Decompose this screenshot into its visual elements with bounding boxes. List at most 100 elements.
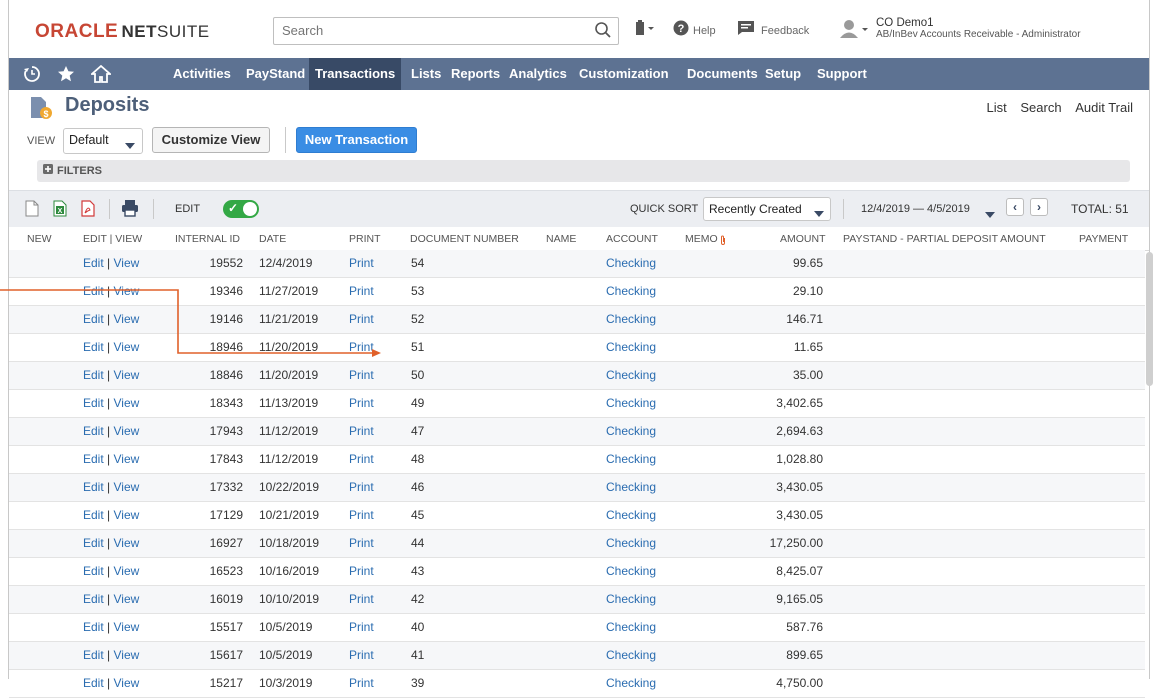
nav-setup[interactable]: Setup: [759, 58, 807, 90]
search-link[interactable]: Search: [1020, 100, 1061, 115]
next-page-button[interactable]: ›: [1030, 198, 1048, 216]
list-link[interactable]: List: [987, 100, 1007, 115]
table-row[interactable]: Edit | View 17943 11/12/2019 Print 47 Checkin…: [9, 418, 1145, 446]
date-range-select[interactable]: 12/4/2019 — 4/5/2019: [861, 203, 970, 215]
print-link[interactable]: Print: [349, 452, 374, 466]
prev-page-button[interactable]: ‹: [1006, 198, 1024, 216]
account-link[interactable]: Checking: [606, 256, 656, 270]
nav-customization[interactable]: Customization: [573, 58, 675, 90]
view-link[interactable]: View: [113, 452, 139, 466]
account-link[interactable]: Checking: [606, 312, 656, 326]
print-link[interactable]: Print: [349, 480, 374, 494]
account-link[interactable]: Checking: [606, 620, 656, 634]
nav-reports[interactable]: Reports: [445, 58, 506, 90]
account-link[interactable]: Checking: [606, 368, 656, 382]
table-row[interactable]: Edit | View 16523 10/16/2019 Print 43 Checkin…: [9, 558, 1145, 586]
view-link[interactable]: View: [113, 676, 139, 690]
print-link[interactable]: Print: [349, 620, 374, 634]
print-link[interactable]: Print: [349, 676, 374, 690]
view-link[interactable]: View: [113, 508, 139, 522]
print-link[interactable]: Print: [349, 396, 374, 410]
table-row[interactable]: Edit | View 16019 10/10/2019 Print 42 Checkin…: [9, 586, 1145, 614]
col-account[interactable]: ACCOUNT: [606, 233, 658, 245]
account-link[interactable]: Checking: [606, 284, 656, 298]
chevron-down-icon: [814, 206, 824, 220]
edit-view-cell: Edit | View: [83, 368, 139, 382]
account-link[interactable]: Checking: [606, 340, 656, 354]
help-icon[interactable]: ?: [673, 20, 689, 41]
account-link[interactable]: Checking: [606, 592, 656, 606]
view-link[interactable]: View: [113, 424, 139, 438]
scrollbar-thumb[interactable]: [1146, 252, 1153, 386]
table-row[interactable]: Edit | View 17129 10/21/2019 Print 45 Checkin…: [9, 502, 1145, 530]
account-link[interactable]: Checking: [606, 648, 656, 662]
edit-link[interactable]: Edit: [83, 620, 104, 634]
edit-view-cell: Edit | View: [83, 592, 139, 606]
edit-link[interactable]: Edit: [83, 480, 104, 494]
user-menu[interactable]: CO Demo1 AB/InBev Accounts Receivable - …: [876, 17, 1081, 41]
account-link[interactable]: Checking: [606, 536, 656, 550]
edit-link[interactable]: Edit: [83, 592, 104, 606]
account-link[interactable]: Checking: [606, 396, 656, 410]
col-amount[interactable]: AMOUNT: [780, 233, 826, 245]
view-link[interactable]: View: [113, 620, 139, 634]
chevron-down-icon[interactable]: [985, 205, 995, 223]
edit-view-divider: |: [103, 480, 114, 494]
nav-lists[interactable]: Lists: [405, 58, 447, 90]
print-link[interactable]: Print: [349, 564, 374, 578]
edit-link[interactable]: Edit: [83, 564, 104, 578]
view-link[interactable]: View: [113, 536, 139, 550]
account-link[interactable]: Checking: [606, 564, 656, 578]
print-link[interactable]: Print: [349, 592, 374, 606]
edit-link[interactable]: Edit: [83, 424, 104, 438]
account-link[interactable]: Checking: [606, 424, 656, 438]
print-link[interactable]: Print: [349, 508, 374, 522]
print-link[interactable]: Print: [349, 424, 374, 438]
table-row[interactable]: Edit | View 15617 10/5/2019 Print 41 Checking…: [9, 642, 1145, 670]
audit-trail-link[interactable]: Audit Trail: [1075, 100, 1133, 115]
table-row[interactable]: Edit | View 17843 11/12/2019 Print 48 Checkin…: [9, 446, 1145, 474]
account-link[interactable]: Checking: [606, 480, 656, 494]
view-link[interactable]: View: [113, 564, 139, 578]
feedback-icon[interactable]: [737, 20, 755, 41]
col-name[interactable]: NAME: [546, 233, 576, 245]
table-row[interactable]: Edit | View 15517 10/5/2019 Print 40 Checking…: [9, 614, 1145, 642]
search-icon[interactable]: [594, 21, 612, 44]
view-link[interactable]: View: [113, 368, 139, 382]
view-link[interactable]: View: [113, 480, 139, 494]
user-avatar-icon[interactable]: [839, 19, 869, 44]
edit-link[interactable]: Edit: [83, 648, 104, 662]
view-link[interactable]: View: [113, 648, 139, 662]
account-link[interactable]: Checking: [606, 676, 656, 690]
nav-documents[interactable]: Documents: [681, 58, 764, 90]
account-link[interactable]: Checking: [606, 508, 656, 522]
col-payment[interactable]: PAYMENT: [1079, 233, 1128, 245]
help-link[interactable]: Help: [693, 25, 716, 37]
edit-link[interactable]: Edit: [83, 536, 104, 550]
table-row[interactable]: Edit | View 15217 10/3/2019 Print 39 Checking…: [9, 670, 1145, 698]
account-link[interactable]: Checking: [606, 452, 656, 466]
edit-link[interactable]: Edit: [83, 396, 104, 410]
table-row[interactable]: Edit | View 16927 10/18/2019 Print 44 Checkin…: [9, 530, 1145, 558]
quick-sort-select[interactable]: Recently Created: [703, 197, 831, 221]
edit-view-cell: Edit | View: [83, 564, 139, 578]
print-link[interactable]: Print: [349, 648, 374, 662]
feedback-link[interactable]: Feedback: [761, 25, 809, 37]
nav-analytics[interactable]: Analytics: [503, 58, 573, 90]
table-row[interactable]: Edit | View 17332 10/22/2019 Print 46 Checkin…: [9, 474, 1145, 502]
recent-records-icon[interactable]: [633, 20, 655, 43]
col-document-number[interactable]: DOCUMENT NUMBER: [410, 233, 519, 245]
table-row[interactable]: Edit | View 18343 11/13/2019 Print 49 Checkin…: [9, 390, 1145, 418]
edit-link[interactable]: Edit: [83, 368, 104, 382]
edit-link[interactable]: Edit: [83, 676, 104, 690]
view-link[interactable]: View: [113, 396, 139, 410]
edit-view-cell: Edit | View: [83, 396, 139, 410]
col-paystand-partial-deposit-amount[interactable]: PAYSTAND - PARTIAL DEPOSIT AMOUNT: [843, 233, 1046, 245]
view-link[interactable]: View: [113, 592, 139, 606]
print-link[interactable]: Print: [349, 368, 374, 382]
edit-link[interactable]: Edit: [83, 508, 104, 522]
col-memo[interactable]: MEMO: [685, 233, 718, 245]
print-link[interactable]: Print: [349, 536, 374, 550]
edit-link[interactable]: Edit: [83, 452, 104, 466]
nav-support[interactable]: Support: [811, 58, 873, 90]
